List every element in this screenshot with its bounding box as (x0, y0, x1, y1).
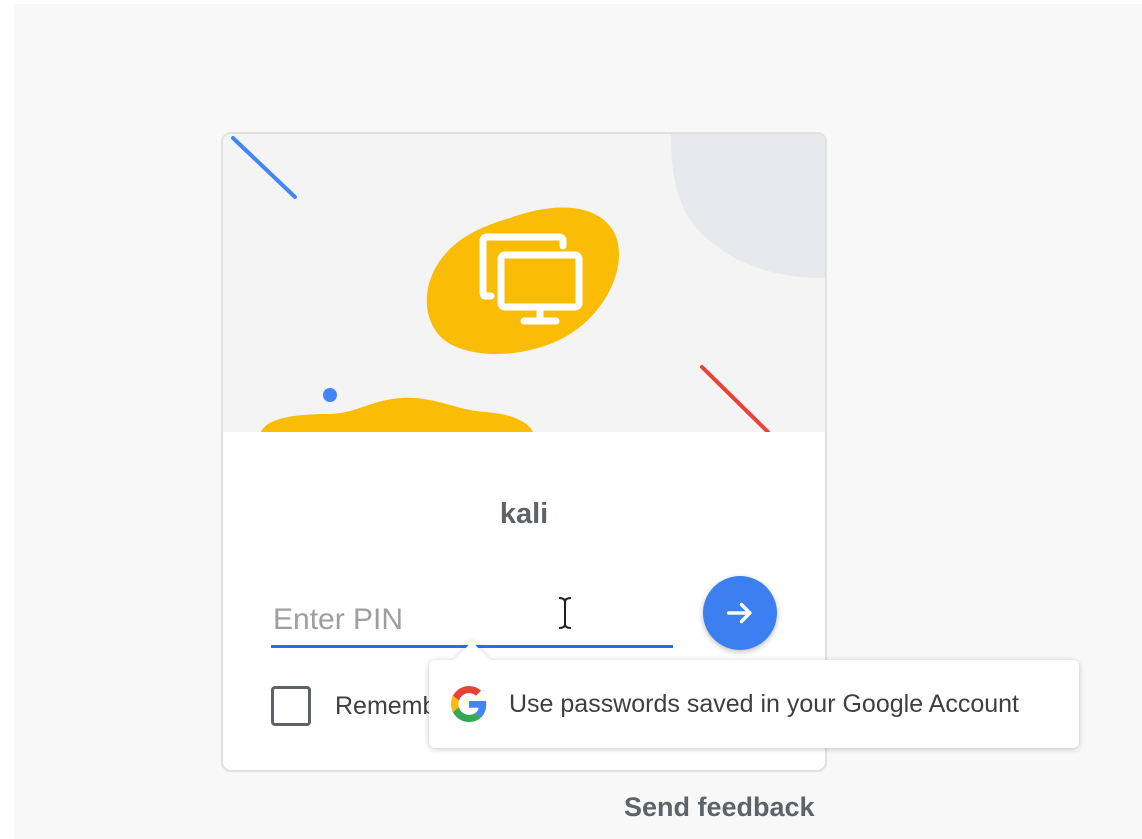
hero-red-line (700, 365, 770, 432)
pin-input[interactable] (271, 594, 673, 648)
hero-main-blob (426, 207, 619, 355)
google-g-icon (451, 686, 487, 722)
hero-bottom-blob (261, 397, 533, 432)
username: kali (499, 498, 549, 530)
submit-pin-button[interactable] (703, 576, 777, 650)
send-feedback-link[interactable]: Send feedback (624, 792, 815, 823)
hero-illustration (223, 134, 825, 432)
password-autofill-popup[interactable]: Use passwords saved in your Google Accou… (429, 641, 1079, 748)
hero-blue-dot (323, 388, 337, 402)
text-cursor-icon (558, 597, 572, 629)
remember-checkbox[interactable] (271, 686, 311, 726)
hero-blue-line (231, 136, 297, 199)
arrow-right-icon (726, 602, 752, 624)
hero-graphic (231, 134, 825, 432)
autofill-suggestion-text: Use passwords saved in your Google Accou… (509, 689, 1019, 718)
hero-corner-shape (671, 134, 825, 278)
